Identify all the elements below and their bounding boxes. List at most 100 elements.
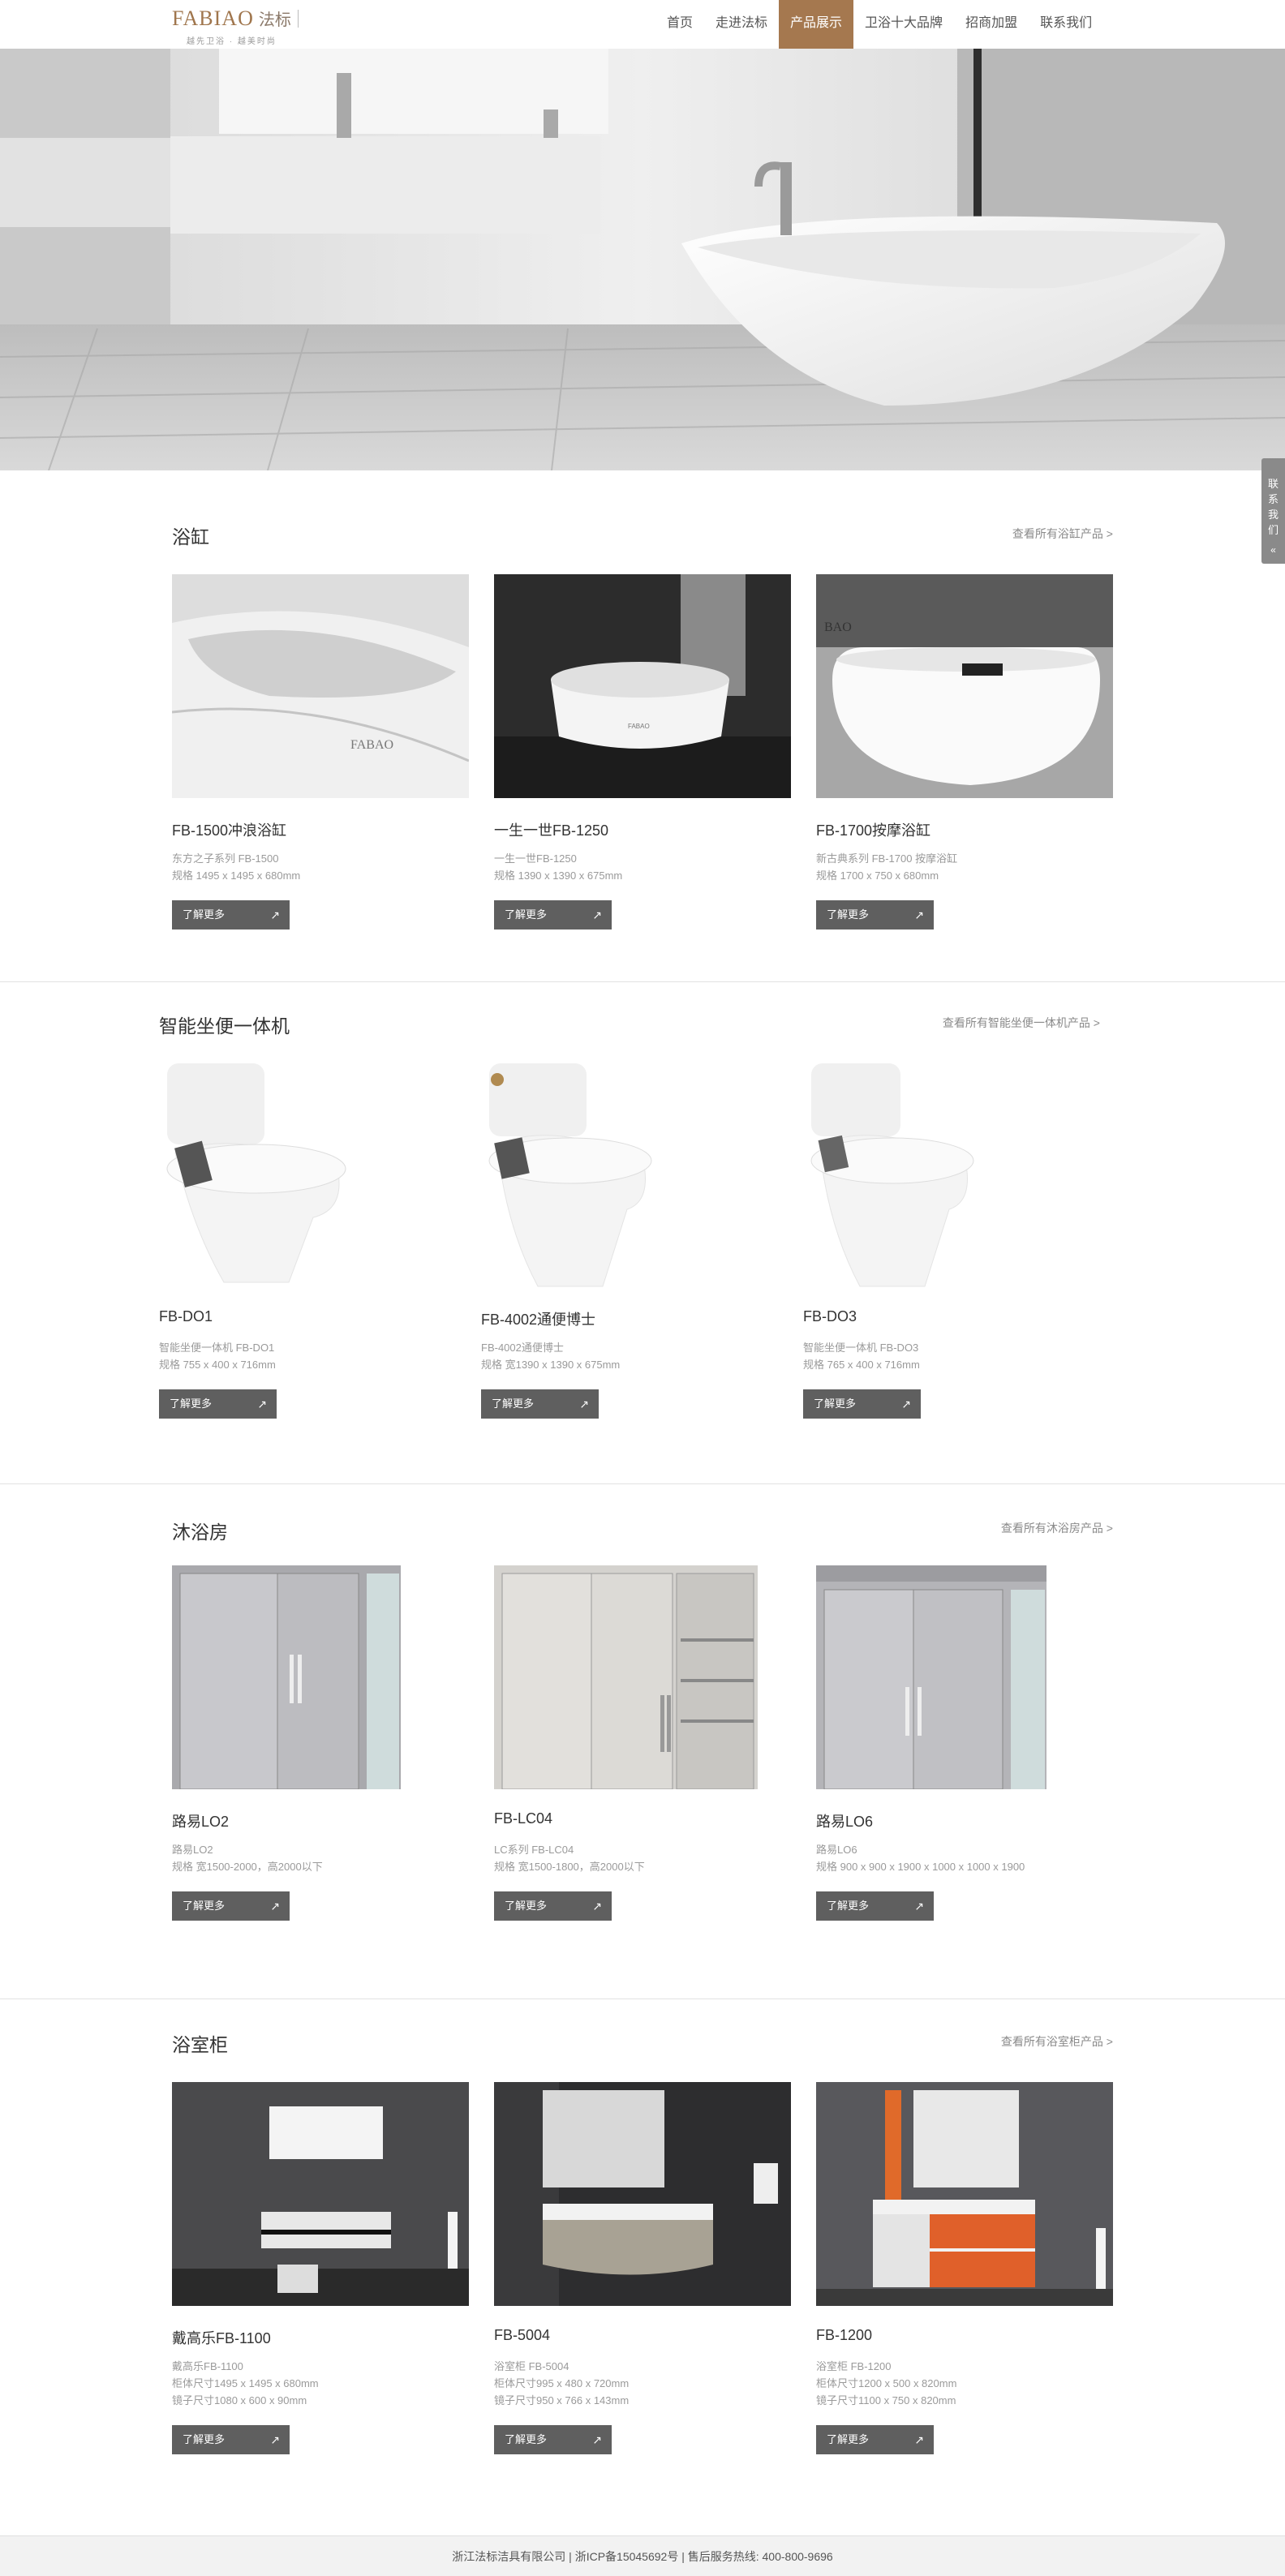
product-series: 东方之子系列 FB-1500 [172,852,279,865]
product-series: 新古典系列 FB-1700 按摩浴缸 [816,852,958,865]
product-series: 路易LO2 [172,1844,213,1856]
product-desc: LC系列 FB-LC04 规格 宽1500-1800，高2000以下 [494,1841,645,1875]
product-spec: 柜体尺寸1200 x 500 x 820mm [816,2377,957,2389]
product-name: FB-4002通便博士 [481,1312,596,1328]
product-spec: 规格 755 x 400 x 716mm [159,1359,276,1371]
product-mirror-spec: 镜子尺寸1080 x 600 x 90mm [172,2394,307,2406]
arrow-icon: ↗ [592,1900,602,1913]
main-nav: 首页 走进法标 产品展示 卫浴十大品牌 招商加盟 联系我们 [655,0,1103,49]
arrow-icon: ↗ [579,1397,589,1410]
product-image[interactable] [494,2082,791,2306]
section-bathroom-cabinet: 浴室柜 查看所有浴室柜产品 > 戴高乐FB-1100 戴高乐FB-1100 柜体… [0,1999,1285,2535]
product-name: FB-DO3 [803,1308,857,1324]
section-smart-toilet: 智能坐便一体机 查看所有智能坐便一体机产品 > FB-DO1 智能坐便一体机 F… [0,982,1285,1483]
logo-divider [297,10,299,28]
learn-more-label: 了解更多 [183,908,226,921]
product-series: 智能坐便一体机 FB-DO3 [803,1342,919,1354]
product-name: 路易LO2 [172,1814,230,1830]
learn-more-button[interactable]: 了解更多 ↗ [816,900,934,930]
product-image[interactable] [816,2082,1113,2306]
logo-cn: 法标 [258,10,291,29]
product-spec: 规格 宽1500-2000，高2000以下 [172,1861,323,1873]
learn-more-button[interactable]: 了解更多 ↗ [494,900,612,930]
view-all-link[interactable]: 查看所有智能坐便一体机产品 > [808,1015,1100,1031]
product-image[interactable] [172,1565,469,1789]
learn-more-button[interactable]: 了解更多 ↗ [494,2425,612,2454]
product-image[interactable] [172,2082,469,2306]
product-image[interactable] [816,1565,1113,1789]
nav-item-brands[interactable]: 卫浴十大品牌 [853,0,954,49]
learn-more-button[interactable]: 了解更多 ↗ [494,1891,612,1921]
arrow-icon: ↗ [592,908,602,921]
view-all-link[interactable]: 查看所有浴缸产品 > [821,526,1113,542]
product-series: 智能坐便一体机 FB-DO1 [159,1342,275,1354]
product-image[interactable]: FABAO [494,574,791,798]
view-all-link[interactable]: 查看所有沐浴房产品 > [821,1520,1113,1536]
product-spec: 规格 765 x 400 x 716mm [803,1359,920,1371]
product-image[interactable]: BAO [816,574,1113,798]
learn-more-label: 了解更多 [492,1397,535,1410]
arrow-icon: ↗ [914,908,924,921]
product-desc: 智能坐便一体机 FB-DO1 规格 755 x 400 x 716mm [159,1339,276,1373]
product-series: 一生一世FB-1250 [494,852,577,865]
nav-item-products[interactable]: 产品展示 [779,0,854,49]
logo-text: FABIAO [172,6,254,30]
logo[interactable]: FABIAO 法标 越先卫浴 · 越美时尚 [172,6,299,46]
learn-more-label: 了解更多 [505,908,548,921]
footer-text: 浙江法标洁具有限公司 | 浙ICP备15045692号 | 售后服务热线: 40… [452,2550,833,2563]
product-spec: 柜体尺寸1495 x 1495 x 680mm [172,2377,319,2389]
product-series: LC系列 FB-LC04 [494,1844,574,1856]
learn-more-button[interactable]: 了解更多 ↗ [172,900,290,930]
product-name: FB-LC04 [494,1810,553,1827]
view-all-link[interactable]: 查看所有浴室柜产品 > [821,2033,1113,2050]
learn-more-button[interactable]: 了解更多 ↗ [816,2425,934,2454]
learn-more-button[interactable]: 了解更多 ↗ [481,1389,599,1419]
banner-bathtub-image [0,49,1285,470]
learn-more-button[interactable]: 了解更多 ↗ [803,1389,921,1419]
learn-more-button[interactable]: 了解更多 ↗ [172,2425,290,2454]
product-desc: 浴室柜 FB-1200 柜体尺寸1200 x 500 x 820mm 镜子尺寸1… [816,2358,956,2409]
arrow-icon: ↗ [901,1397,911,1410]
learn-more-label: 了解更多 [827,908,870,921]
product-name: 路易LO6 [816,1814,874,1830]
product-desc: 路易LO6 规格 900 x 900 x 1900 x 1000 x 1000 … [816,1841,1025,1875]
product-spec: 规格 1495 x 1495 x 680mm [172,869,301,882]
svg-text:FABAO: FABAO [628,723,650,730]
section-title: 浴缸 [172,526,209,547]
learn-more-button[interactable]: 了解更多 ↗ [816,1891,934,1921]
product-spec: 规格 1390 x 1390 x 675mm [494,869,623,882]
product-series: 浴室柜 FB-5004 [494,2360,569,2372]
product-name: FB-1500冲浪浴缸 [172,822,287,839]
section-shower-room: 沐浴房 查看所有沐浴房产品 > 路易LO2 路易LO2 规格 宽1500-200… [0,1484,1285,1999]
learn-more-button[interactable]: 了解更多 ↗ [159,1389,277,1419]
product-image[interactable] [159,1063,456,1287]
arrow-icon: ↗ [592,2433,602,2446]
product-spec: 规格 900 x 900 x 1900 x 1000 x 1000 x 1900 [816,1861,1025,1873]
product-series: 戴高乐FB-1100 [172,2360,243,2372]
learn-more-label: 了解更多 [183,1900,226,1912]
section-title: 智能坐便一体机 [159,1015,290,1037]
nav-item-home[interactable]: 首页 [655,0,704,49]
nav-item-franchise[interactable]: 招商加盟 [954,0,1029,49]
product-spec: 规格 宽1500-1800，高2000以下 [494,1861,645,1873]
nav-item-contact[interactable]: 联系我们 [1029,0,1103,49]
site-header: FABIAO 法标 越先卫浴 · 越美时尚 首页 走进法标 产品展示 卫浴十大品牌… [0,0,1285,49]
learn-more-label: 了解更多 [170,1397,213,1410]
product-mirror-spec: 镜子尺寸950 x 766 x 143mm [494,2394,630,2406]
arrow-icon: ↗ [270,908,280,921]
product-name: 一生一世FB-1250 [494,822,609,839]
product-desc: 新古典系列 FB-1700 按摩浴缸 规格 1700 x 750 x 680mm [816,850,957,884]
hero-banner [0,49,1285,470]
product-image[interactable] [803,1063,1100,1287]
svg-text:BAO: BAO [824,620,852,634]
product-image[interactable] [494,1565,791,1789]
product-desc: 一生一世FB-1250 规格 1390 x 1390 x 675mm [494,850,622,884]
site-footer: 浙江法标洁具有限公司 | 浙ICP备15045692号 | 售后服务热线: 40… [0,2535,1285,2576]
section-title: 沐浴房 [172,1522,228,1543]
learn-more-button[interactable]: 了解更多 ↗ [172,1891,290,1921]
product-image[interactable]: FABAO [172,574,469,798]
product-image[interactable] [481,1063,778,1287]
arrow-icon: ↗ [257,1397,267,1410]
nav-item-about[interactable]: 走进法标 [704,0,779,49]
learn-more-label: 了解更多 [505,2433,548,2445]
